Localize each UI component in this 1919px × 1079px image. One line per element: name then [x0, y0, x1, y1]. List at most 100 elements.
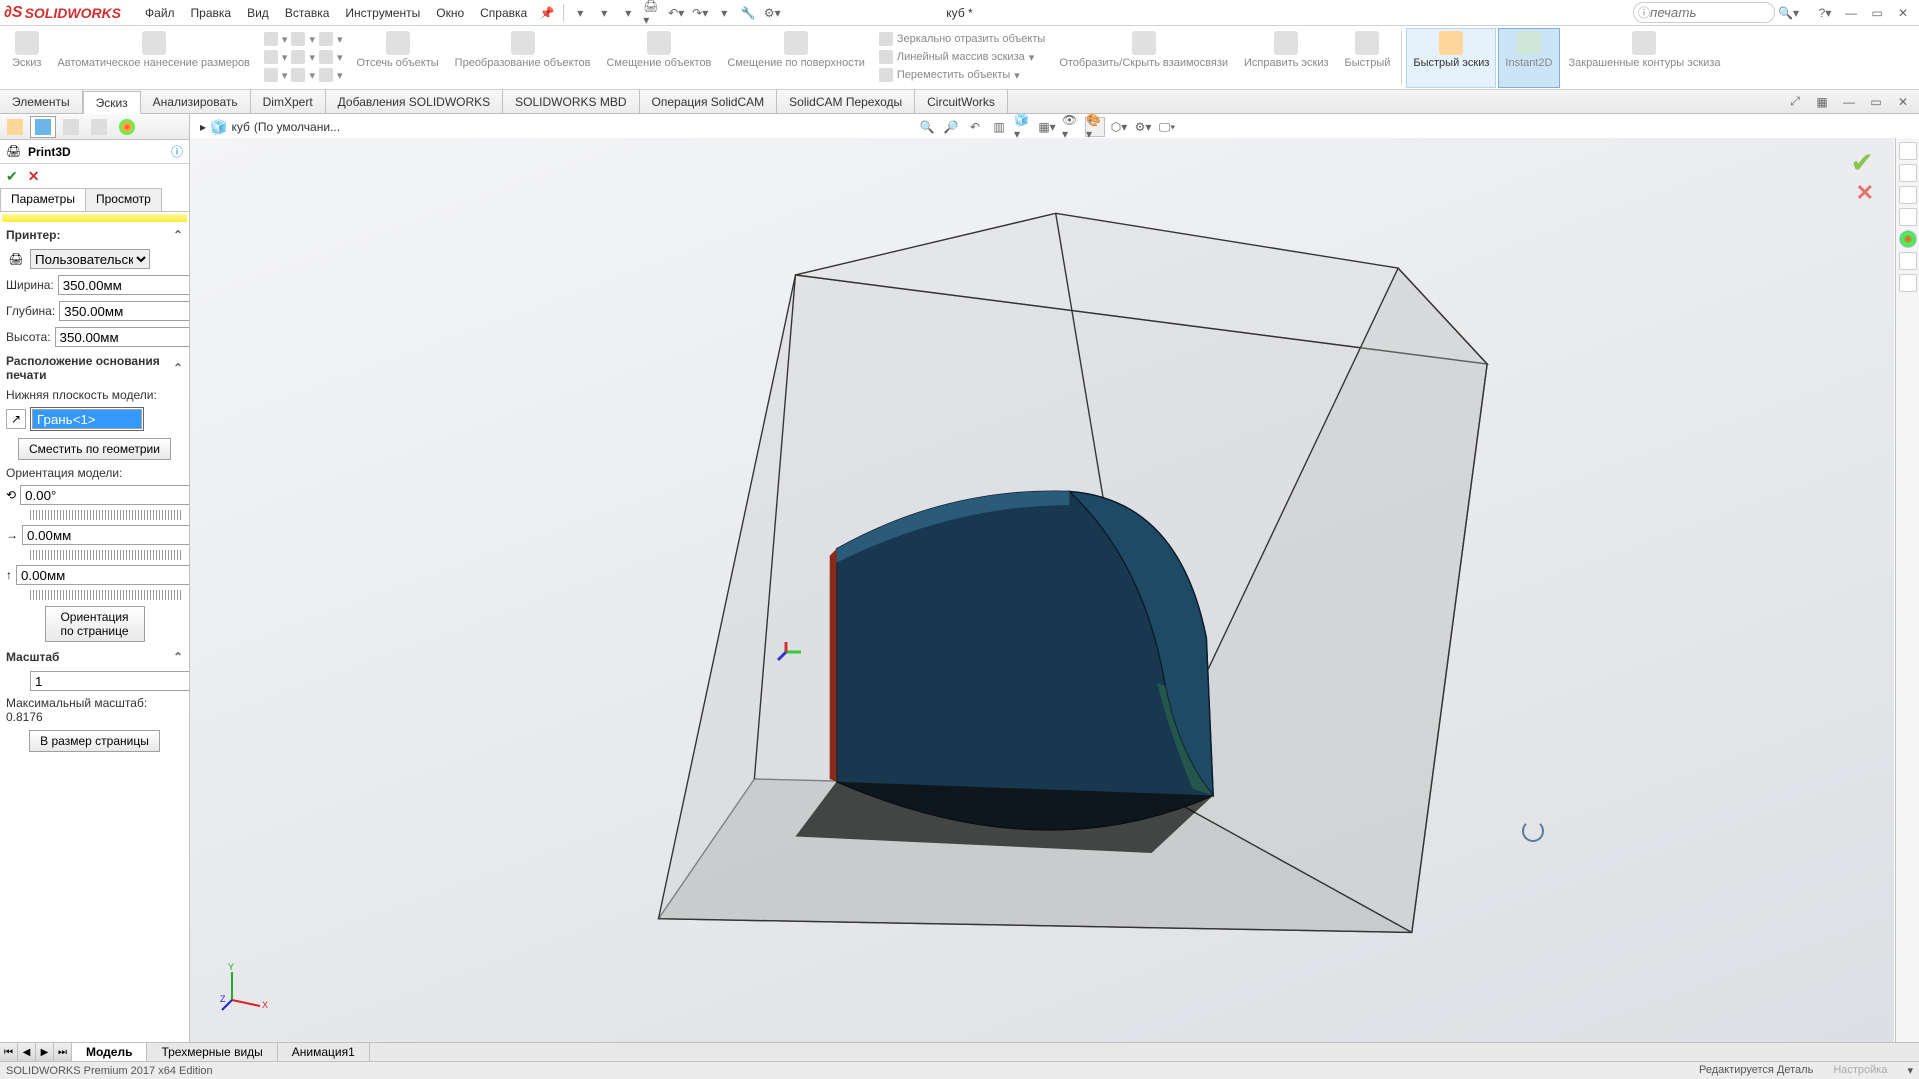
task-home-icon[interactable]: [1899, 142, 1917, 160]
zoom-area-icon[interactable]: 🔎: [941, 117, 961, 137]
face-selection-input[interactable]: [32, 409, 142, 429]
offset-by-geometry-button[interactable]: Сместить по геометрии: [18, 438, 171, 460]
hide-show-icon[interactable]: 👁▾: [1061, 117, 1081, 137]
tab-3dviews[interactable]: Трехмерные виды: [147, 1043, 277, 1061]
breadcrumb[interactable]: ▸ 🧊 куб (По умолчани...: [200, 119, 340, 136]
line-tool[interactable]: ▾ ▾ ▾: [260, 30, 347, 48]
angle-slider[interactable]: [30, 510, 183, 520]
ribbon-relations[interactable]: Отобразить/Скрыть взаимосвязи: [1052, 28, 1235, 88]
ribbon-rapid-sketch[interactable]: Быстрый эскиз: [1406, 28, 1496, 88]
status-custom[interactable]: Настройка: [1833, 1064, 1887, 1077]
tab-animation[interactable]: Анимация1: [278, 1043, 370, 1061]
width-input[interactable]: [58, 275, 189, 295]
rotate-gizmo-icon[interactable]: [1522, 820, 1544, 842]
menu-insert[interactable]: Вставка: [277, 3, 338, 23]
edit-appearance-icon[interactable]: 🎨▾: [1085, 117, 1105, 137]
property-manager-icon[interactable]: [30, 116, 56, 138]
printer-select[interactable]: Пользовательский прин: [30, 249, 150, 269]
subtab-parameters[interactable]: Параметры: [0, 188, 86, 211]
tab-dimxpert[interactable]: DimXpert: [251, 90, 326, 113]
close-icon[interactable]: ✕: [1894, 4, 1912, 22]
dy-slider[interactable]: [30, 590, 183, 600]
menu-help[interactable]: Справка: [472, 3, 535, 23]
tab-solidcam-op[interactable]: Операция SolidCAM: [640, 90, 778, 113]
dx-slider[interactable]: [30, 550, 183, 560]
display-manager-icon[interactable]: [114, 116, 140, 138]
fit-to-page-button[interactable]: В размер страницы: [29, 730, 160, 752]
task-custom-icon[interactable]: [1899, 274, 1917, 292]
options-icon[interactable]: ⚙▾: [763, 4, 781, 22]
tab-prev-icon[interactable]: ◀: [18, 1043, 36, 1061]
tab-evaluate[interactable]: Анализировать: [141, 90, 251, 113]
prev-view-icon[interactable]: ↶: [965, 117, 985, 137]
confirm-corner-ok-icon[interactable]: ✔: [1851, 146, 1874, 179]
move-tool[interactable]: Переместить объекты▾: [875, 66, 1049, 84]
ok-button[interactable]: ✔: [6, 168, 18, 185]
tab-mbd[interactable]: SOLIDWORKS MBD: [503, 90, 639, 113]
confirm-corner-cancel-icon[interactable]: ✕: [1856, 180, 1874, 206]
tab-first-icon[interactable]: ⏮: [0, 1043, 18, 1061]
tab-model[interactable]: Модель: [72, 1043, 147, 1061]
render-icon[interactable]: 🖵▾: [1157, 117, 1177, 137]
orientation-page-button[interactable]: Ориентация по странице: [45, 606, 145, 642]
ribbon-convert[interactable]: Преобразование объектов: [448, 28, 598, 88]
dx-input[interactable]: [22, 525, 189, 545]
doc-minimize-icon[interactable]: —: [1840, 93, 1858, 111]
panel-help-icon[interactable]: ⓘ: [171, 143, 183, 160]
search-input[interactable]: [1650, 5, 1770, 20]
menu-view[interactable]: Вид: [239, 3, 277, 23]
doc-close-icon[interactable]: ✕: [1894, 93, 1912, 111]
feature-tree-icon[interactable]: [2, 116, 28, 138]
tab-circuitworks[interactable]: CircuitWorks: [915, 90, 1008, 113]
ribbon-offset-surface[interactable]: Смещение по поверхности: [720, 28, 871, 88]
ribbon-trim[interactable]: Отсечь объекты: [350, 28, 446, 88]
task-explorer-icon[interactable]: [1899, 208, 1917, 226]
ribbon-repair[interactable]: Исправить эскиз: [1237, 28, 1336, 88]
save-icon[interactable]: ▾: [619, 4, 637, 22]
face-selection-box[interactable]: [30, 407, 144, 431]
dimxpert-manager-icon[interactable]: [86, 116, 112, 138]
face-select-icon[interactable]: ↗: [6, 409, 26, 429]
height-input[interactable]: [55, 327, 189, 347]
ribbon-shaded[interactable]: Закрашенные контуры эскиза: [1562, 28, 1728, 88]
graphics-viewport[interactable]: ✔ ✕ Y X Z: [190, 138, 1894, 1042]
view-settings-icon[interactable]: ⚙▾: [1133, 117, 1153, 137]
depth-input[interactable]: [59, 301, 189, 321]
zoom-fit-icon[interactable]: 🔍: [917, 117, 937, 137]
tab-sketch[interactable]: Эскиз: [83, 91, 141, 114]
menu-file[interactable]: Файл: [137, 3, 183, 23]
view-orientation-icon[interactable]: 🧊▾: [1013, 117, 1033, 137]
display-style-icon[interactable]: ▦▾: [1037, 117, 1057, 137]
linear-tool[interactable]: Линейный массив эскиза▾: [875, 48, 1049, 66]
task-library-icon[interactable]: [1899, 186, 1917, 204]
print-icon[interactable]: 🖨▾: [643, 4, 661, 22]
mirror-tool[interactable]: Зеркально отразить объекты: [875, 30, 1049, 48]
menu-window[interactable]: Окно: [428, 3, 472, 23]
ribbon-sketch[interactable]: Эскиз: [5, 28, 48, 88]
section-base-location[interactable]: Расположение основания печати⌃: [0, 350, 189, 386]
tab-addins[interactable]: Добавления SOLIDWORKS: [326, 90, 504, 113]
ribbon-offset[interactable]: Смещение объектов: [599, 28, 718, 88]
poly-tool[interactable]: ▾ ▾ ▾: [260, 66, 347, 84]
task-appearances-icon[interactable]: [1899, 252, 1917, 270]
new-icon[interactable]: ▾: [571, 4, 589, 22]
redo-icon[interactable]: ↷▾: [691, 4, 709, 22]
open-icon[interactable]: ▾: [595, 4, 613, 22]
rect-tool[interactable]: ▾ ▾ ▾: [260, 48, 347, 66]
section-scale[interactable]: Масштаб⌃: [0, 646, 189, 668]
cancel-button[interactable]: ✕: [28, 168, 40, 185]
tab-solidcam-transitions[interactable]: SolidCAM Переходы: [777, 90, 915, 113]
tab-features[interactable]: Элементы: [0, 90, 83, 113]
section-printer[interactable]: Принтер:⌃: [0, 224, 189, 246]
expand-icon[interactable]: ⤢: [1786, 93, 1804, 111]
rebuild-icon[interactable]: 🔧: [739, 4, 757, 22]
pin-icon[interactable]: 📌: [538, 4, 556, 22]
select-icon[interactable]: ▾: [715, 4, 733, 22]
ribbon-instant2d[interactable]: Instant2D: [1498, 28, 1559, 88]
undo-icon[interactable]: ↶▾: [667, 4, 685, 22]
maximize-icon[interactable]: ▭: [1868, 4, 1886, 22]
menu-tools[interactable]: Инструменты: [337, 3, 428, 23]
angle-input[interactable]: [20, 485, 189, 505]
dy-input[interactable]: [16, 565, 189, 585]
section-view-icon[interactable]: ▥: [989, 117, 1009, 137]
